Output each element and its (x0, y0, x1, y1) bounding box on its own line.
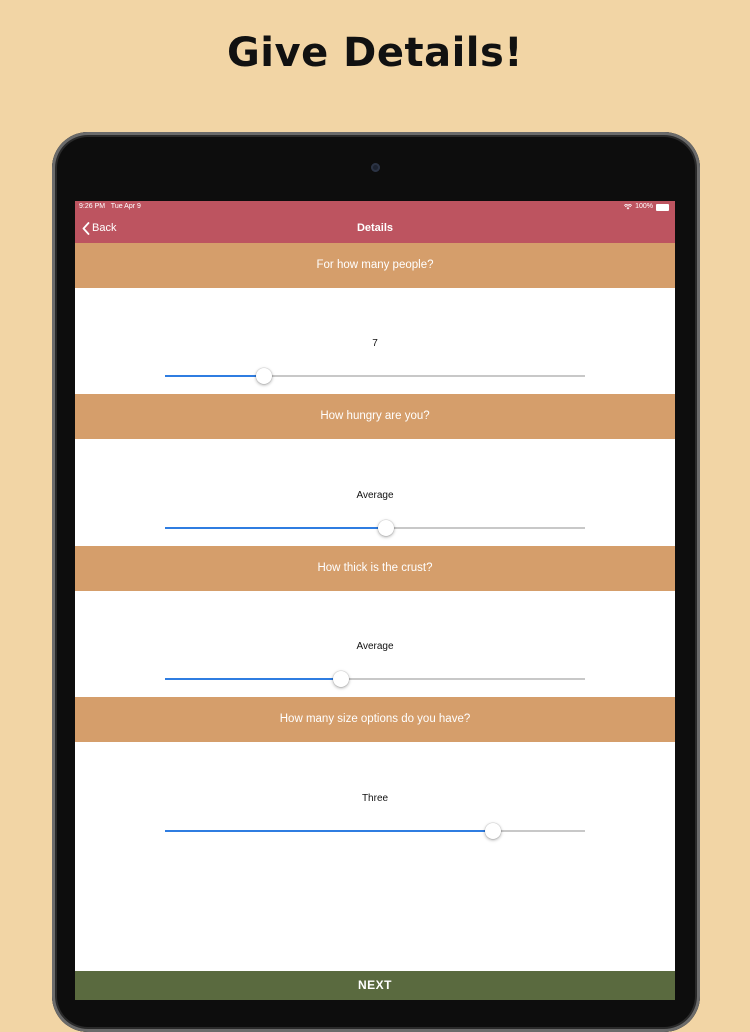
slider-thumb[interactable] (485, 823, 501, 839)
people-slider[interactable] (165, 366, 585, 386)
app-screen: 9:26 PM Tue Apr 9 100% Back Details For … (75, 201, 675, 1000)
status-time-date: 9:26 PM Tue Apr 9 (79, 201, 141, 213)
value-label-people: 7 (372, 338, 378, 349)
slider-thumb[interactable] (333, 671, 349, 687)
navigation-bar: Back Details (75, 213, 675, 243)
value-label-hunger: Average (356, 490, 394, 501)
status-bar: 9:26 PM Tue Apr 9 100% (75, 201, 675, 213)
wifi-icon (624, 204, 633, 210)
battery-percent: 100% (635, 203, 653, 210)
status-indicators: 100% (624, 201, 669, 213)
question-header-hunger: How hungry are you? (75, 394, 675, 439)
battery-icon (656, 203, 669, 211)
size-options-slider[interactable] (165, 821, 585, 841)
slider-thumb[interactable] (256, 368, 272, 384)
status-time: 9:26 PM (79, 203, 106, 210)
value-label-sizes: Three (361, 793, 389, 804)
promo-title: Give Details! (226, 30, 524, 76)
status-date: Tue Apr 9 (110, 203, 141, 210)
slider-fill (165, 678, 341, 680)
slider-thumb[interactable] (378, 520, 394, 536)
hunger-slider[interactable] (165, 518, 585, 538)
slider-fill (165, 830, 493, 832)
slider-fill (165, 375, 264, 377)
slider-fill (165, 527, 386, 529)
front-camera (371, 163, 380, 172)
nav-title: Details (356, 222, 394, 234)
question-header-people: For how many people? (75, 243, 675, 288)
crust-slider[interactable] (165, 669, 585, 689)
question-header-crust: How thick is the crust? (75, 546, 675, 591)
question-header-sizes: How many size options do you have? (75, 697, 675, 742)
next-button[interactable]: NEXT (75, 971, 675, 1000)
value-label-crust: Average (356, 641, 394, 652)
